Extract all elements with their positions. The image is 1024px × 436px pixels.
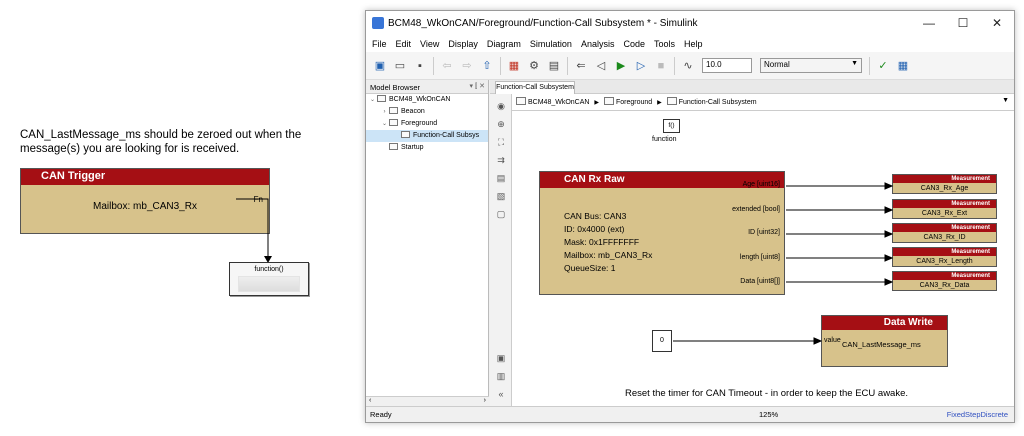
subsystem-icon	[389, 119, 398, 126]
hide-browser-icon[interactable]: ◉	[495, 100, 507, 112]
menu-view[interactable]: View	[420, 39, 439, 49]
menu-edit[interactable]: Edit	[396, 39, 412, 49]
function-call-subsystem-block[interactable]: function()	[229, 262, 309, 296]
menu-help[interactable]: Help	[684, 39, 703, 49]
close-button[interactable]: ✕	[980, 16, 1014, 30]
build-icon[interactable]: ▦	[895, 58, 911, 74]
maximize-button[interactable]: ☐	[946, 16, 980, 30]
menu-file[interactable]: File	[372, 39, 387, 49]
model-browser-header: Model Browser ▾ ⫿ ✕	[366, 80, 488, 94]
subsystem-icon	[401, 131, 410, 138]
menu-analysis[interactable]: Analysis	[581, 39, 615, 49]
simulink-app-icon	[372, 17, 384, 29]
fn-signal-line	[236, 198, 269, 258]
screenshot-icon[interactable]: ▣	[495, 352, 507, 364]
model-icon	[377, 95, 386, 102]
tree-item-startup[interactable]: Startup	[366, 142, 488, 154]
scroll-left-icon[interactable]: ‹	[369, 397, 371, 404]
tab-function-call-subsystem[interactable]: Function-Call Subsystem	[495, 81, 575, 94]
simulink-window: BCM48_WkOnCAN/Foreground/Function-Call S…	[365, 10, 1015, 423]
subsystem-icon	[389, 107, 398, 114]
library-browser-icon[interactable]: ▦	[506, 58, 522, 74]
status-zoom: 125%	[759, 410, 779, 419]
model-config-icon[interactable]: ▤	[546, 58, 562, 74]
tool-palette: ◉ ⊕ ⛶ ⇉ ▤ ▧ ▢ ▣ ▥ «	[490, 94, 512, 406]
menu-tools[interactable]: Tools	[654, 39, 675, 49]
breadcrumb: BCM48_WkOnCAN ▶ Foreground ▶ Function-Ca…	[512, 94, 1014, 111]
breadcrumb-arrow-icon: ▶	[594, 100, 600, 106]
minimize-button[interactable]: —	[912, 16, 946, 30]
title-bar: BCM48_WkOnCAN/Foreground/Function-Call S…	[366, 11, 1014, 35]
up-icon[interactable]: ⇧	[479, 58, 495, 74]
stop-time-input[interactable]: 10.0	[702, 58, 752, 73]
scope-icon[interactable]: ∿	[680, 58, 696, 74]
status-solver-link[interactable]: FixedStepDiscrete	[947, 410, 1008, 419]
tree-item-foreground[interactable]: ⌄ Foreground	[366, 118, 488, 130]
breadcrumb-arrow-icon: ▶	[657, 100, 662, 106]
collapse-icon[interactable]: «	[495, 388, 507, 400]
signal-lines	[673, 182, 894, 345]
menu-display[interactable]: Display	[448, 39, 478, 49]
menu-diagram[interactable]: Diagram	[487, 39, 521, 49]
area-icon[interactable]: ▢	[495, 208, 507, 220]
diagram-canvas[interactable]: f() function CAN Rx Raw CAN Bus: CAN3 ID…	[512, 111, 1014, 406]
simulation-mode-select[interactable]: Normal ▼	[760, 58, 862, 73]
editor-tab-bar: Function-Call Subsystem	[490, 80, 1014, 94]
breadcrumb-root[interactable]: BCM48_WkOnCAN	[516, 97, 589, 106]
subsystem-icon	[389, 143, 398, 150]
status-bar: Ready 125% FixedStepDiscrete	[366, 406, 1014, 422]
save-icon[interactable]: ▪	[412, 58, 428, 74]
fit-to-view-icon[interactable]: ⛶	[495, 136, 507, 148]
horizontal-scrollbar[interactable]: ‹ ›	[366, 396, 489, 406]
open-folder-icon[interactable]: ▭	[392, 58, 408, 74]
arrow-icon[interactable]: ⇉	[495, 154, 507, 166]
model-icon	[516, 97, 526, 105]
chevron-down-icon: ▼	[851, 60, 858, 67]
tree-item-root[interactable]: ⌄ BCM48_WkOnCAN	[366, 94, 488, 106]
panel-controls-icon[interactable]: ▾ ⫿ ✕	[469, 82, 485, 91]
settings-gear-icon[interactable]: ⚙	[526, 58, 542, 74]
step-forward-icon[interactable]: ▷	[633, 58, 649, 74]
model-advisor-icon[interactable]: ✓	[875, 58, 891, 74]
toolbar: ▣ ▭ ▪ ⇦ ⇨ ⇧ ▦ ⚙ ▤ ⇐ ◁ ▶ ▷ ■ ∿ 10.0 Norma…	[366, 52, 1014, 80]
forward-icon[interactable]: ⇨	[459, 58, 475, 74]
subsystem-icon	[666, 97, 677, 105]
scroll-right-icon[interactable]: ›	[484, 397, 486, 404]
menu-code[interactable]: Code	[623, 39, 645, 49]
model-browser: Model Browser ▾ ⫿ ✕ ⌄ BCM48_WkOnCAN › Beac…	[366, 80, 489, 406]
model-browser-title: Model Browser	[370, 83, 421, 92]
menu-bar: File Edit View Display Diagram Simulatio…	[366, 35, 1014, 52]
status-ready: Ready	[370, 410, 392, 419]
image-icon[interactable]: ▧	[495, 190, 507, 202]
breadcrumb-function-call[interactable]: Function-Call Subsystem	[666, 97, 757, 106]
zoom-icon[interactable]: ⊕	[495, 118, 507, 130]
back-icon[interactable]: ⇦	[439, 58, 455, 74]
stop-icon[interactable]: ■	[653, 58, 669, 74]
tree-item-beacon[interactable]: › Beacon	[366, 106, 488, 118]
menu-simulation[interactable]: Simulation	[530, 39, 572, 49]
window-title: BCM48_WkOnCAN/Foreground/Function-Call S…	[388, 17, 698, 29]
breadcrumb-foreground[interactable]: Foreground	[604, 97, 652, 106]
chevron-down-icon[interactable]: ▼	[1002, 97, 1009, 104]
stepback-icon[interactable]: ⇐	[573, 58, 589, 74]
canvas-annotation: Reset the timer for CAN Timeout - in ord…	[625, 388, 909, 399]
function-call-label: function()	[254, 266, 284, 273]
subsystem-icon	[604, 97, 614, 105]
new-model-icon[interactable]: ▣	[372, 58, 388, 74]
simulation-mode-value: Normal	[764, 60, 790, 69]
step-icon[interactable]: ◁	[593, 58, 609, 74]
tree-item-function-call-subsystem[interactable]: Function-Call Subsys	[366, 130, 488, 142]
annotation-icon[interactable]: ▤	[495, 172, 507, 184]
run-icon[interactable]: ▶	[613, 58, 629, 74]
explorer-bar-icon[interactable]: ▥	[495, 370, 507, 382]
function-call-preview	[238, 276, 300, 292]
